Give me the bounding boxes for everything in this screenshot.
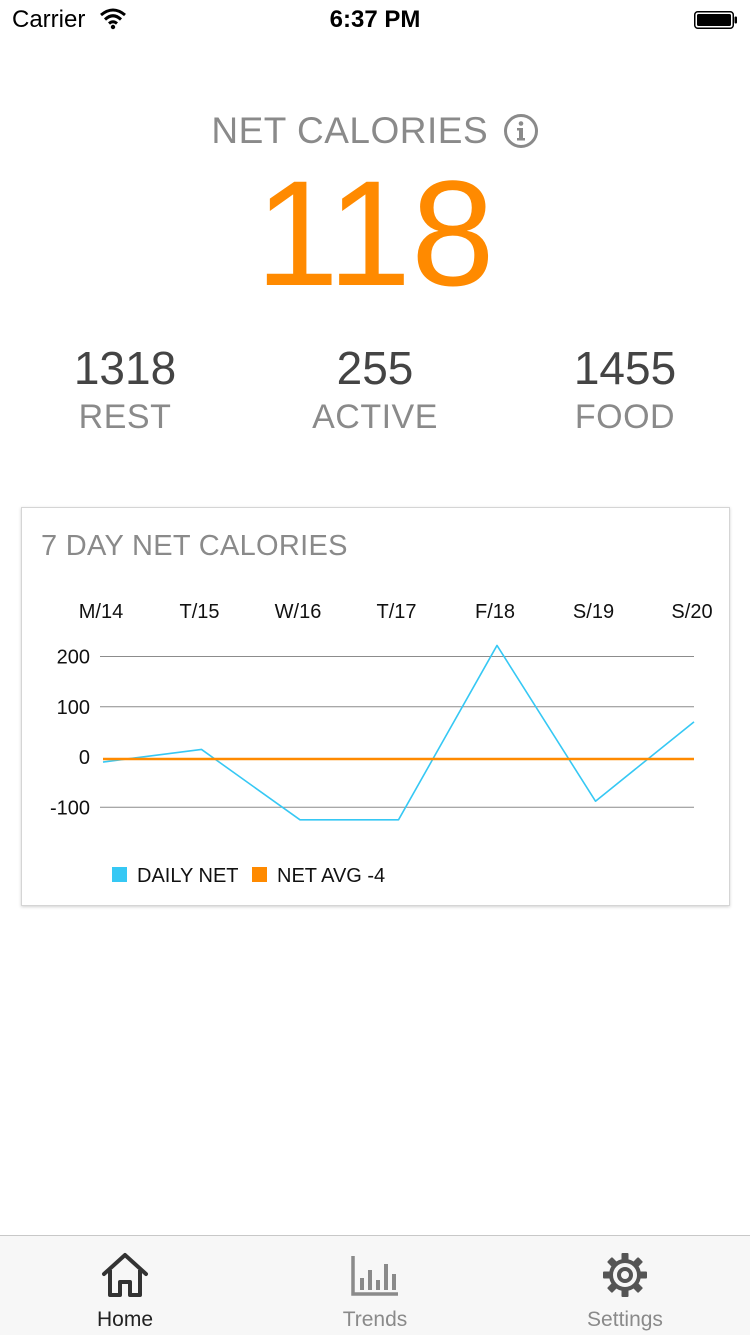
legend-label: NET AVG -4 [277, 865, 385, 887]
tab-trends-label: Trends [342, 1308, 408, 1331]
home-icon [102, 1253, 148, 1297]
series-line [102, 644, 695, 821]
stat-rest: 1318 REST [0, 340, 250, 438]
net-calories-title: NET CALORIES [211, 110, 489, 151]
clock: 6:37 PM [329, 6, 421, 33]
tab-bar: Home Trends Settings [0, 1235, 750, 1335]
x-tick-label: M/14 [79, 601, 123, 623]
battery-icon [694, 11, 737, 29]
stat-active-label: ACTIVE [312, 398, 438, 436]
legend-swatch [252, 867, 267, 882]
net-calories-chart: M/14 T/15 W/16 T/17 F/18 S/19 S/20 200 100 0 -100 D… [50, 601, 713, 887]
y-tick-label: 100 [57, 697, 90, 719]
bar-chart-icon [351, 1256, 398, 1296]
net-calories-value: 118 [255, 149, 495, 317]
legend-label: DAILY NET [137, 865, 239, 887]
stat-active-value: 255 [336, 342, 414, 394]
info-icon[interactable] [503, 113, 539, 149]
stats-row: 1318 REST 255 ACTIVE 1455 FOOD [0, 340, 750, 450]
tab-home[interactable]: Home [0, 1236, 250, 1335]
tab-settings[interactable]: Settings [500, 1236, 750, 1335]
tab-home-label: Home [96, 1308, 154, 1331]
chart-card: 7 DAY NET CALORIES M/14 T/15 W/16 T/17 F/18 S… [21, 507, 730, 906]
x-tick-label: T/15 [179, 601, 219, 623]
legend-swatch [112, 867, 127, 882]
x-tick-label: F/18 [475, 601, 515, 623]
stat-rest-value: 1318 [73, 342, 177, 394]
y-tick-label: -100 [50, 797, 90, 819]
stat-food-label: FOOD [574, 398, 676, 436]
stat-rest-label: REST [78, 398, 172, 436]
status-bar: Carrier 6:37 PM [0, 0, 750, 40]
tab-trends[interactable]: Trends [250, 1236, 500, 1335]
tab-settings-label: Settings [587, 1308, 663, 1331]
x-tick-label: T/17 [376, 601, 416, 623]
y-tick-label: 200 [57, 647, 90, 669]
gear-icon [603, 1253, 647, 1297]
stat-food-value: 1455 [573, 342, 677, 394]
x-tick-label: S/20 [671, 601, 712, 623]
x-tick-label: S/19 [573, 601, 614, 623]
stat-food: 1455 FOOD [500, 340, 750, 438]
y-tick-label: 0 [79, 747, 90, 769]
x-tick-label: W/16 [275, 601, 322, 623]
stat-active: 255 ACTIVE [250, 340, 500, 438]
